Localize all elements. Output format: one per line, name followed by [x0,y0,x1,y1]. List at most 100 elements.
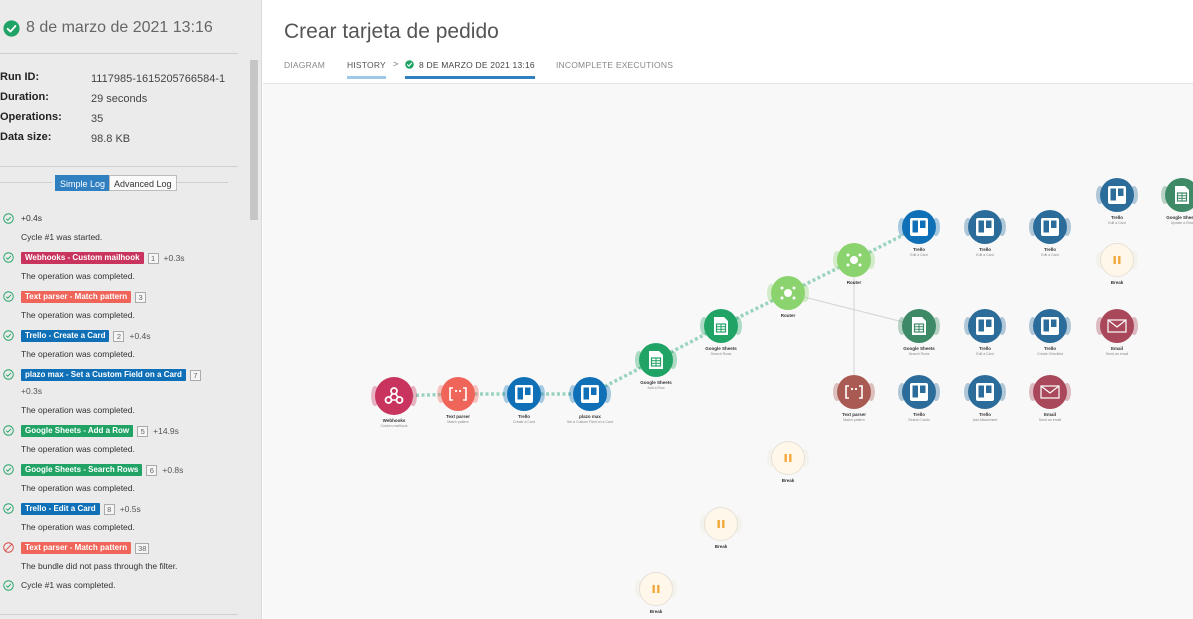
module-badge[interactable]: Trello - Edit a Card [21,503,100,515]
tab-execution[interactable]: 8 DE MARZO DE 2021 13:16 [405,60,535,79]
trello-icon [1040,217,1060,237]
module-subtitle: Send an email [1105,352,1129,356]
module-subtitle: Match pattern [843,418,865,422]
log-entry-header: Trello - Edit a Card 8 +0.5s [21,503,141,515]
module-webhooks[interactable]: Webhooks Custom mailhook [371,377,417,428]
execution-title: 8 de marzo de 2021 13:16 [0,16,238,40]
module-break3[interactable]: Break [700,507,742,549]
module-bubble[interactable] [771,276,805,310]
module-trello3[interactable]: Trello Edit a Card [964,210,1006,257]
log-scrollbar[interactable] [250,60,258,220]
module-break1[interactable]: Break [1096,243,1138,285]
success-check-icon [405,60,414,69]
divider [0,53,238,54]
log-time-delta: +14.9s [153,426,179,436]
simple-log-button[interactable]: Simple Log [55,175,111,191]
module-bubble[interactable] [507,377,541,411]
module-bubble[interactable] [1100,243,1134,277]
router-icon [845,251,863,269]
module-bubble[interactable] [1100,178,1134,212]
module-badge[interactable]: Trello - Create a Card [21,330,110,342]
module-bubble[interactable] [1033,375,1067,409]
pause-icon [1112,255,1122,265]
module-trello9[interactable]: Trello Add Attachment [964,375,1006,422]
module-bubble[interactable] [837,243,871,277]
module-bubble[interactable] [902,309,936,343]
scenario-canvas[interactable]: Webhooks Custom mailhook Text parser Match … [263,83,1193,619]
module-badge[interactable]: Text parser - Match pattern [21,291,132,303]
module-number: 38 [135,542,150,554]
module-subtitle: Send an email [1038,418,1062,422]
tab-diagram[interactable]: DIAGRAM [284,60,325,76]
app-window: 8 de marzo de 2021 13:16 Run ID: 1117985… [0,0,1193,619]
success-check-icon [3,19,20,37]
log-entry-message: The bundle did not pass through the filt… [21,561,178,571]
module-bubble[interactable] [968,210,1002,244]
module-bubble[interactable] [1033,309,1067,343]
module-label: Trello [1110,215,1123,220]
module-badge[interactable]: Google Sheets - Search Rows [21,464,143,476]
module-plazo[interactable]: plazo max Set a Custom Field on a Card [567,377,613,424]
stop-circle-icon [3,542,14,553]
module-bubble[interactable] [704,507,738,541]
module-label: Text parser [842,412,866,417]
module-bubble[interactable] [639,572,673,606]
module-sheets1[interactable]: Google Sheets Add a Row [635,343,677,390]
module-bubble[interactable] [375,377,413,415]
module-badge[interactable]: Text parser - Match pattern [21,542,132,554]
module-bubble[interactable] [771,441,805,475]
tab-history[interactable]: HISTORY [347,60,386,79]
module-break2[interactable]: Break [767,441,809,483]
module-label: Break [649,609,663,614]
advanced-log-button[interactable]: Advanced Log [109,175,177,191]
trello-icon [909,382,929,402]
log-entry-text: +0.4s [21,213,43,223]
module-subtitle: Custom mailhook [380,424,408,428]
module-router1[interactable]: Router [767,276,809,318]
module-subtitle: Add a Row [647,386,665,390]
module-trello6[interactable]: Trello Edit a Card [964,309,1006,356]
module-bubble[interactable] [704,309,738,343]
module-trello5[interactable]: Trello Edit a Card [1096,178,1138,225]
module-textparser2[interactable]: Text parser Match pattern [833,375,875,422]
module-router2[interactable]: Router [833,243,875,285]
module-trello1[interactable]: Trello Create a Card [503,377,545,424]
module-badge[interactable]: Webhooks - Custom mailhook [21,252,144,264]
sheets-icon [713,316,729,336]
module-textparser1[interactable]: Text parser Match pattern [437,377,479,424]
module-trello2[interactable]: Trello Edit a Card [898,210,940,257]
module-trello4[interactable]: Trello Edit a Card [1029,210,1071,257]
module-bubble[interactable] [1165,178,1193,212]
module-bubble[interactable] [968,309,1002,343]
module-badge[interactable]: Google Sheets - Add a Row [21,425,134,437]
module-subtitle: Edit a Card [976,253,994,257]
check-circle-icon [3,425,14,436]
module-trello7[interactable]: Trello Create Checklist [1029,309,1071,356]
log-entry-message: The operation was completed. [21,310,135,320]
module-bubble[interactable] [1033,210,1067,244]
log-time-delta: +0.4s [129,331,151,341]
module-break4[interactable]: Break [635,572,677,614]
module-bubble[interactable] [441,377,475,411]
module-badge[interactable]: plazo max - Set a Custom Field on a Card [21,369,186,381]
module-email2[interactable]: Email Send an email [1029,375,1071,422]
module-sheets3[interactable]: Google SheetsUpdate a Row [1161,178,1193,225]
module-sheets2[interactable]: Google Sheets Search Rows [700,309,742,356]
module-bubble[interactable] [573,377,607,411]
module-label: Trello [978,346,991,351]
module-bubble[interactable] [1100,309,1134,343]
module-trello8[interactable]: Trello Search Cards [898,375,940,422]
log-time-delta: +0.3s [21,386,43,396]
module-bubble[interactable] [837,375,871,409]
module-number: 5 [137,425,149,437]
module-email1[interactable]: Email Send an email [1096,309,1138,356]
module-label: Trello [517,414,530,419]
log-time-delta: +0.8s [162,465,184,475]
module-bubble[interactable] [639,343,673,377]
tab-incomplete-executions[interactable]: INCOMPLETE EXECUTIONS [556,60,673,76]
module-bubble[interactable] [902,210,936,244]
module-sheets4[interactable]: Google Sheets Search Rows [898,309,940,356]
module-bubble[interactable] [902,375,936,409]
trello-icon [975,382,995,402]
module-bubble[interactable] [968,375,1002,409]
